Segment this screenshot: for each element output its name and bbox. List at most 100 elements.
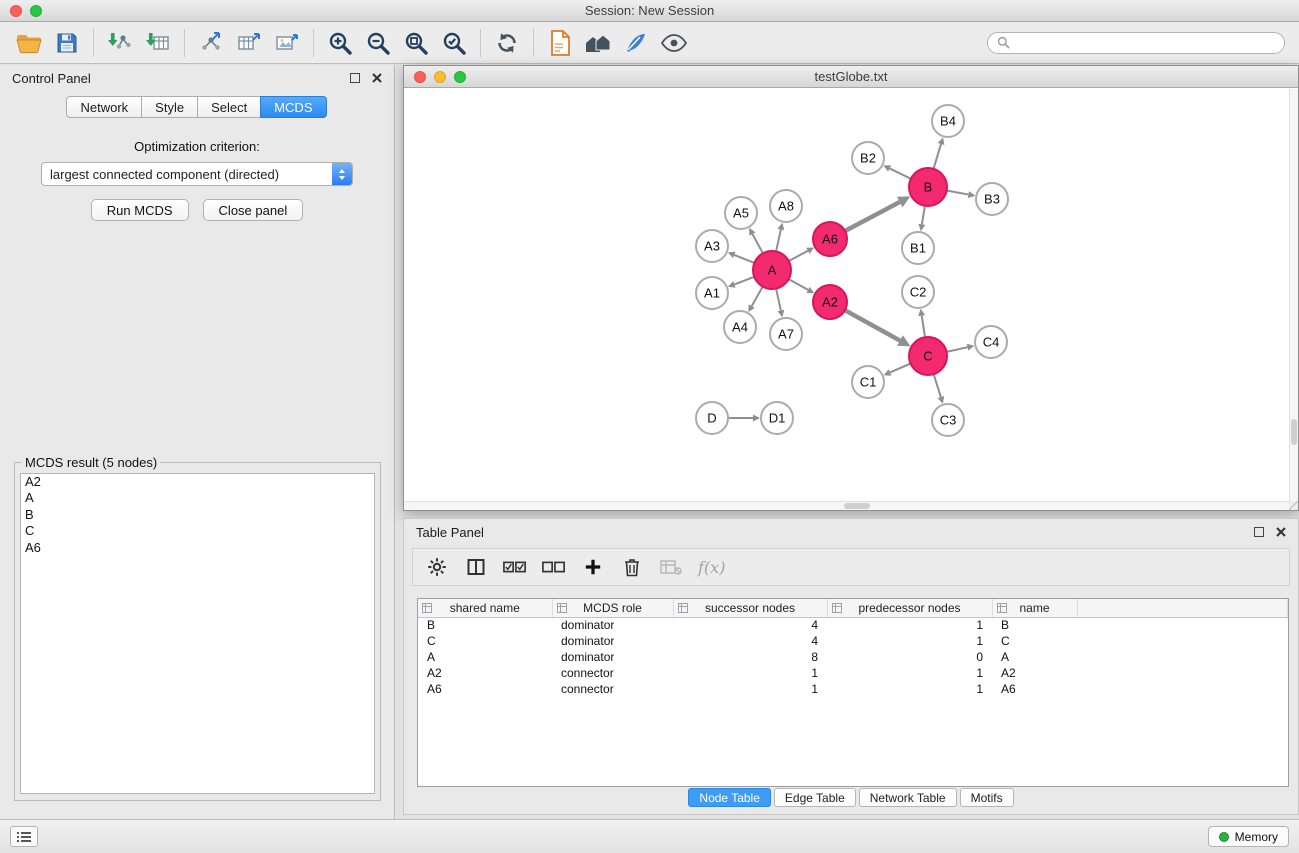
table-cell[interactable]: C	[418, 633, 552, 649]
horizontal-scroll-thumb[interactable]	[844, 503, 870, 509]
table-cell[interactable]: 1	[827, 681, 992, 697]
show-columns-button[interactable]	[464, 554, 488, 580]
add-column-button[interactable]	[581, 554, 605, 580]
table-row[interactable]: A6connector11A6	[418, 681, 1288, 697]
table-cell[interactable]: dominator	[552, 649, 673, 665]
network-vertical-scrollbar[interactable]	[1289, 89, 1298, 501]
open-session-button[interactable]	[10, 25, 48, 61]
table-cell[interactable]: A2	[418, 665, 552, 681]
graph-edge-A-A3[interactable]	[734, 255, 754, 263]
show-hide-button[interactable]	[655, 25, 693, 61]
deselect-all-button[interactable]	[542, 554, 566, 580]
zoom-window-button[interactable]	[30, 5, 42, 17]
mcds-result-list[interactable]: A2ABCA6	[20, 473, 375, 794]
panel-menu-button[interactable]	[10, 826, 38, 847]
tab-node-table[interactable]: Node Table	[688, 788, 771, 807]
export-table-button[interactable]	[230, 25, 268, 61]
run-mcds-button[interactable]: Run MCDS	[91, 199, 189, 221]
graphics-details-button[interactable]	[617, 25, 655, 61]
table-cell[interactable]: connector	[552, 665, 673, 681]
function-builder-button[interactable]: f(x)	[698, 558, 725, 577]
graph-node-D[interactable]: D	[696, 402, 728, 434]
float-table-panel-icon[interactable]	[1254, 527, 1264, 537]
graph-node-D1[interactable]: D1	[761, 402, 793, 434]
close-network-window-button[interactable]	[414, 71, 426, 83]
mcds-result-item[interactable]: C	[21, 523, 374, 539]
graph-node-C2[interactable]: C2	[902, 276, 934, 308]
graph-edge-C-C4[interactable]	[947, 347, 968, 352]
memory-button[interactable]: Memory	[1208, 826, 1289, 847]
graph-node-A1[interactable]: A1	[696, 277, 728, 309]
tab-style[interactable]: Style	[141, 96, 198, 118]
graph-node-A8[interactable]: A8	[770, 190, 802, 222]
graph-node-C4[interactable]: C4	[975, 326, 1007, 358]
graph-edge-A-A4[interactable]	[752, 287, 763, 307]
table-cell[interactable]: connector	[552, 681, 673, 697]
graph-node-B[interactable]: B	[909, 168, 947, 206]
graph-node-A5[interactable]: A5	[725, 197, 757, 229]
graph-edge-B-B4[interactable]	[934, 144, 942, 169]
graph-edge-C-C2[interactable]	[922, 316, 925, 338]
zoom-in-button[interactable]	[321, 25, 359, 61]
table-cell[interactable]: B	[992, 617, 1077, 633]
close-panel-icon[interactable]	[372, 73, 382, 83]
zoom-selected-button[interactable]	[435, 25, 473, 61]
save-session-button[interactable]	[48, 25, 86, 61]
tab-select[interactable]: Select	[197, 96, 261, 118]
table-cell[interactable]: B	[418, 617, 552, 633]
table-cell[interactable]: A	[992, 649, 1077, 665]
import-table-button[interactable]	[139, 25, 177, 61]
zoom-fit-button[interactable]	[397, 25, 435, 61]
table-cell[interactable]: A6	[992, 681, 1077, 697]
graph-edge-A-A1[interactable]	[734, 277, 754, 285]
table-cell[interactable]: 8	[673, 649, 827, 665]
close-table-panel-icon[interactable]	[1276, 527, 1286, 537]
graph-node-A2[interactable]: A2	[813, 285, 847, 319]
column-header-name[interactable]: name	[992, 599, 1077, 617]
table-cell[interactable]: A6	[418, 681, 552, 697]
column-header-mcds-role[interactable]: MCDS role	[552, 599, 673, 617]
graph-node-A4[interactable]: A4	[724, 311, 756, 343]
search-field[interactable]	[987, 32, 1285, 54]
column-header-shared-name[interactable]: shared name	[418, 599, 552, 617]
graph-edge-A2-C[interactable]	[845, 310, 900, 340]
table-cell[interactable]: 1	[673, 681, 827, 697]
graph-node-A7[interactable]: A7	[770, 318, 802, 350]
zoom-network-window-button[interactable]	[454, 71, 466, 83]
table-cell[interactable]: A	[418, 649, 552, 665]
delete-column-button[interactable]	[620, 554, 644, 580]
tab-network[interactable]: Network	[66, 96, 142, 118]
network-graph[interactable]: B4B2B3B1A5A8A3A1A4A7C2C4C1C3DD1A6A2BAC	[405, 89, 1289, 501]
graph-node-C3[interactable]: C3	[932, 404, 964, 436]
graph-edge-A-A8[interactable]	[776, 229, 781, 251]
graph-node-A[interactable]: A	[753, 251, 791, 289]
table-cell[interactable]: 0	[827, 649, 992, 665]
graph-node-C[interactable]: C	[909, 337, 947, 375]
export-image-button[interactable]	[268, 25, 306, 61]
table-cell[interactable]: A2	[992, 665, 1077, 681]
graph-node-C1[interactable]: C1	[852, 366, 884, 398]
tab-motifs[interactable]: Motifs	[960, 788, 1014, 807]
graph-node-B1[interactable]: B1	[902, 232, 934, 264]
table-cell[interactable]: C	[992, 633, 1077, 649]
graph-node-B2[interactable]: B2	[852, 142, 884, 174]
graph-edge-A-A6[interactable]	[789, 251, 808, 261]
tab-mcds[interactable]: MCDS	[260, 96, 326, 118]
graph-edge-B-B2[interactable]	[890, 168, 911, 178]
table-cell[interactable]: dominator	[552, 633, 673, 649]
window-resize-grip[interactable]	[1289, 501, 1298, 510]
table-mode-button[interactable]	[425, 554, 449, 580]
table-cell[interactable]: 1	[827, 617, 992, 633]
graph-edge-A-A2[interactable]	[789, 279, 808, 290]
refresh-view-button[interactable]	[488, 25, 526, 61]
graph-edge-C-C3[interactable]	[934, 374, 941, 397]
vertical-scroll-thumb[interactable]	[1291, 419, 1297, 445]
graph-node-B3[interactable]: B3	[976, 183, 1008, 215]
table-row[interactable]: Cdominator41C	[418, 633, 1288, 649]
import-network-button[interactable]	[101, 25, 139, 61]
column-header-successor-nodes[interactable]: successor nodes	[673, 599, 827, 617]
search-input[interactable]	[1015, 36, 1275, 50]
graph-edge-C-C1[interactable]	[890, 364, 911, 373]
export-network-button[interactable]	[192, 25, 230, 61]
close-panel-button[interactable]: Close panel	[203, 199, 304, 221]
